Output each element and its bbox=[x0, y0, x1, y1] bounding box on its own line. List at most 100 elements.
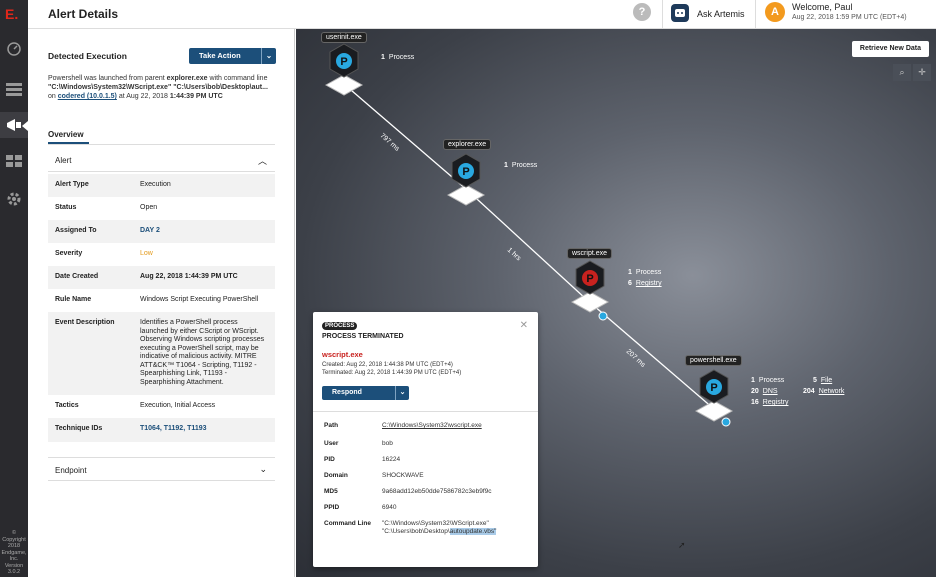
avatar[interactable]: A bbox=[765, 2, 785, 22]
zoom-icon[interactable]: ⌕ bbox=[893, 64, 911, 81]
count-value: 1 bbox=[381, 54, 385, 61]
user-menu[interactable]: Welcome, Paul bbox=[792, 2, 852, 12]
table-row: Event Description Identifies a PowerShell… bbox=[48, 312, 275, 395]
node-explorer[interactable]: P bbox=[446, 153, 486, 206]
registry-link[interactable]: Registry bbox=[763, 399, 789, 406]
node-label: wscript.exe bbox=[567, 248, 613, 259]
count-value: 5 bbox=[813, 377, 817, 384]
alerts-megaphone-icon[interactable] bbox=[0, 112, 28, 138]
modules-icon[interactable] bbox=[0, 148, 28, 174]
row-key: PPID bbox=[324, 504, 340, 511]
left-nav: E. © Copyright 2018 Endgame, Inc. Versio… bbox=[0, 0, 28, 577]
divider bbox=[48, 144, 275, 145]
node-counts: 5 File 204 Network bbox=[803, 375, 844, 397]
table-row: Technique IDs T1064, T1192, T1193 bbox=[48, 418, 275, 442]
take-action-button[interactable]: Take Action ⌄ bbox=[189, 48, 276, 64]
created-time: Created: Aug 22, 2018 1:44:38 PM UTC (ED… bbox=[322, 362, 453, 368]
count-label: Process bbox=[511, 162, 538, 169]
process-detail-popup: PROCESS PROCESS TERMINATED ✕ wscript.exe… bbox=[313, 312, 538, 567]
row-value: Windows Script Executing PowerShell bbox=[140, 296, 259, 303]
selected-text: autoupdate.vbs" bbox=[449, 528, 497, 535]
mouse-cursor: ➚ bbox=[678, 540, 686, 550]
process-name: wscript.exe bbox=[322, 350, 363, 359]
node-label: powershell.exe bbox=[685, 355, 742, 366]
row-key: Status bbox=[55, 204, 77, 211]
help-icon[interactable]: ? bbox=[633, 3, 651, 21]
file-link[interactable]: File bbox=[821, 377, 832, 384]
severity-value: Low bbox=[140, 250, 153, 257]
row-key: Command Line bbox=[324, 520, 371, 527]
count-label: Process bbox=[388, 54, 415, 61]
row-value: 9a68add12eb50dde7586782c3eb9f9c bbox=[382, 488, 492, 495]
dashboard-icon[interactable] bbox=[0, 36, 28, 62]
desc-text: on bbox=[48, 93, 56, 100]
divider bbox=[755, 0, 756, 29]
section-label: Alert bbox=[55, 156, 72, 165]
host-link[interactable]: codered (10.0.1.5) bbox=[58, 93, 117, 100]
table-row: Alert Type Execution bbox=[48, 174, 275, 197]
row-value: Aug 22, 2018 1:44:39 PM UTC bbox=[140, 273, 238, 280]
process-badge: PROCESS bbox=[322, 322, 358, 330]
row-key: PID bbox=[324, 456, 335, 463]
chevron-up-icon[interactable]: ︿ bbox=[258, 154, 267, 167]
copyright-text: © Copyright 2018 Endgame, Inc. Version 3… bbox=[1, 530, 27, 575]
process-state: PROCESS TERMINATED bbox=[322, 333, 404, 340]
take-action-label: Take Action bbox=[199, 51, 241, 60]
chevron-down-icon[interactable]: ⌄ bbox=[261, 48, 276, 64]
table-row: Assigned To DAY 2 bbox=[48, 220, 275, 243]
artemis-icon[interactable] bbox=[671, 4, 689, 22]
process-times: Created: Aug 22, 2018 1:44:38 PM UTC (ED… bbox=[322, 362, 461, 377]
retrieve-new-data-button[interactable]: Retrieve New Data bbox=[851, 41, 929, 57]
technique-ids-value[interactable]: T1064, T1192, T1193 bbox=[140, 425, 268, 434]
svg-text:P: P bbox=[710, 382, 717, 394]
row-value: Execution bbox=[140, 181, 171, 188]
row-value: Open bbox=[140, 204, 158, 211]
chevron-down-icon[interactable]: ⌄ bbox=[395, 386, 409, 400]
row-key: Event Description bbox=[55, 319, 115, 326]
row-key: Path bbox=[324, 422, 339, 429]
count-value: 204 bbox=[803, 388, 815, 395]
count-value: 1 bbox=[751, 377, 755, 384]
network-link[interactable]: Network bbox=[819, 388, 845, 395]
ask-artemis-button[interactable]: Ask Artemis bbox=[697, 9, 745, 19]
node-label: userinit.exe bbox=[321, 32, 367, 43]
gear-icon[interactable] bbox=[0, 186, 28, 212]
row-value: Identifies a PowerShell process launched… bbox=[140, 319, 265, 386]
endgame-logo[interactable]: E. bbox=[5, 6, 18, 22]
count-value: 16 bbox=[751, 399, 759, 406]
tab-overview[interactable]: Overview bbox=[48, 130, 84, 139]
node-counts: 1 Process bbox=[381, 52, 414, 63]
respond-button[interactable]: Respond ⌄ bbox=[322, 386, 409, 400]
center-icon[interactable]: ✛ bbox=[913, 64, 931, 81]
divider bbox=[662, 0, 663, 29]
close-icon[interactable]: ✕ bbox=[520, 320, 528, 331]
row-key: Technique IDs bbox=[55, 425, 103, 432]
desc-text: at Aug 22, 2018 bbox=[118, 93, 168, 100]
table-row: Status Open bbox=[48, 197, 275, 220]
assigned-to-value[interactable]: DAY 2 bbox=[140, 227, 268, 236]
top-bar: Alert Details ? Ask Artemis A Welcome, P… bbox=[28, 0, 936, 29]
node-label: explorer.exe bbox=[443, 139, 492, 150]
list-icon[interactable] bbox=[0, 76, 28, 102]
command-line-text: "C:\Windows\System32\WScript.exe" "C:\Us… bbox=[48, 84, 268, 91]
row-key: Alert Type bbox=[55, 181, 89, 188]
alert-detail-panel: Detected Execution Take Action ⌄ Powersh… bbox=[28, 29, 295, 577]
registry-link[interactable]: Registry bbox=[636, 280, 662, 287]
table-row: Rule Name Windows Script Executing PowerS… bbox=[48, 289, 275, 312]
chevron-down-icon[interactable]: ⌄ bbox=[259, 464, 267, 475]
dns-link[interactable]: DNS bbox=[763, 388, 778, 395]
node-counts: 1 Process 6 Registry bbox=[628, 267, 662, 289]
table-row: Date Created Aug 22, 2018 1:44:39 PM UTC bbox=[48, 266, 275, 289]
endpoint-section-header[interactable]: Endpoint ⌄ bbox=[48, 457, 275, 481]
alert-section-header[interactable]: Alert ︿ bbox=[48, 148, 275, 172]
node-userinit[interactable]: P bbox=[324, 43, 364, 96]
command-line-value[interactable]: "C:\Windows\System32\WScript.exe" "C:\Us… bbox=[382, 520, 517, 536]
count-value: 1 bbox=[628, 269, 632, 276]
path-link[interactable]: C:\Windows\System32\wscript.exe bbox=[382, 422, 522, 430]
count-value: 1 bbox=[504, 162, 508, 169]
row-key: Severity bbox=[55, 250, 83, 257]
row-key: Tactics bbox=[55, 402, 79, 409]
node-counts: 1 Process bbox=[504, 160, 537, 171]
desc-text: with command line bbox=[207, 75, 268, 82]
row-value: Execution, Initial Access bbox=[140, 402, 216, 409]
